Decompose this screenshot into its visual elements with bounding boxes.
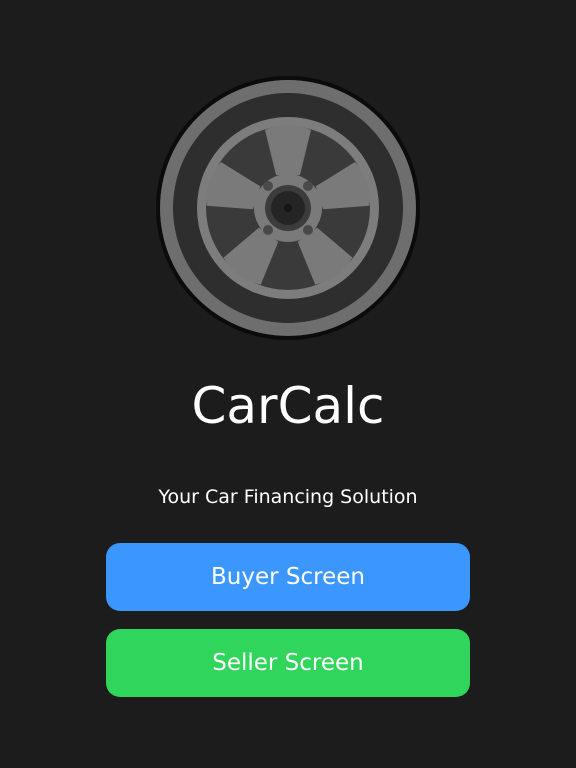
app-subtitle: Your Car Financing Solution [158, 486, 418, 508]
car-wheel-icon [155, 75, 421, 341]
app-title: CarCalc [191, 377, 385, 435]
seller-screen-button-label: Seller Screen [212, 650, 364, 676]
seller-screen-button[interactable]: Seller Screen [106, 629, 470, 697]
buyer-screen-button[interactable]: Buyer Screen [106, 543, 470, 611]
buyer-screen-button-label: Buyer Screen [211, 564, 365, 590]
